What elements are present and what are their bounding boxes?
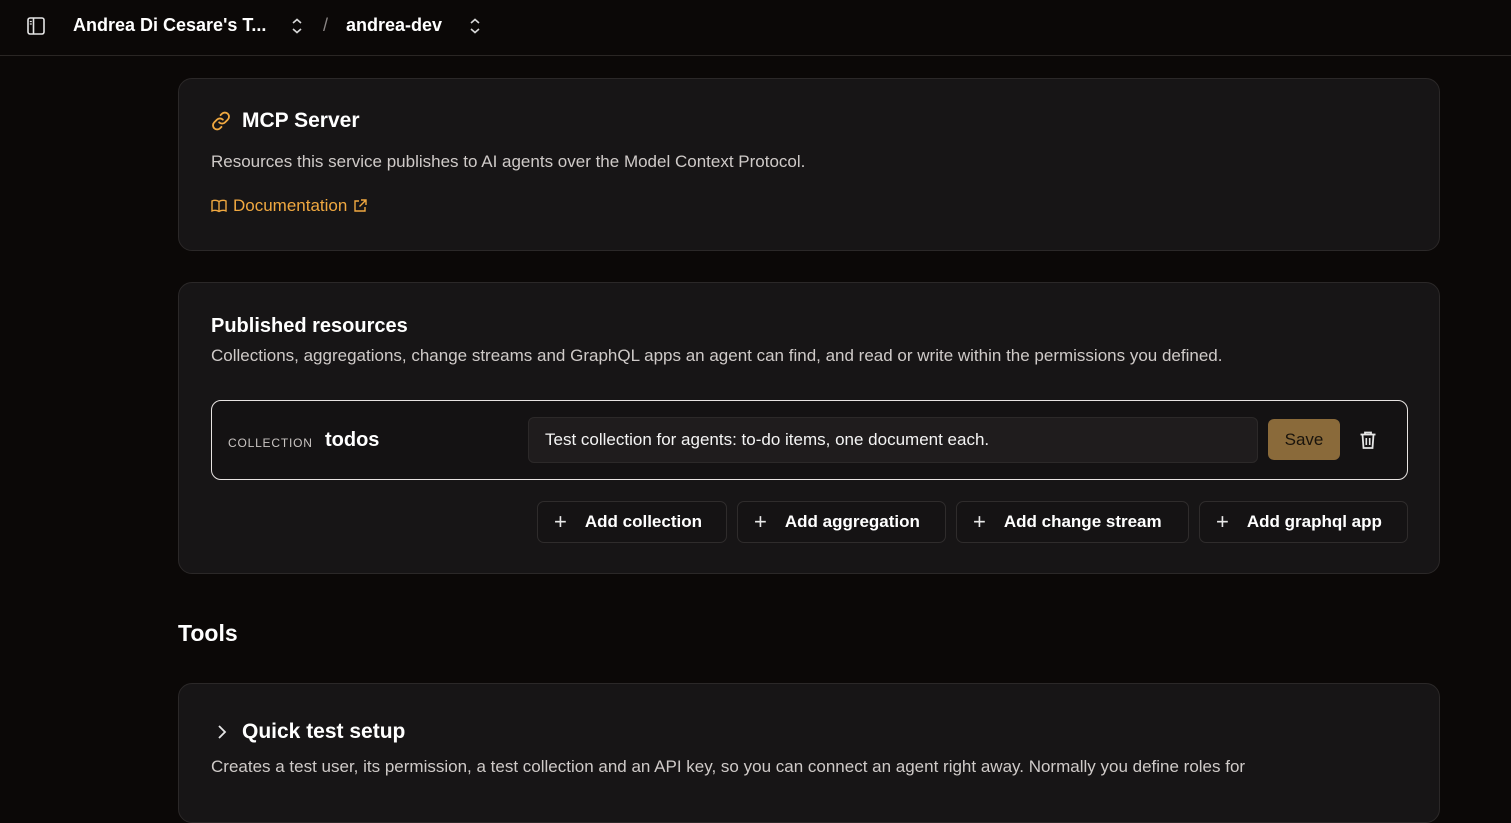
top-bar: Andrea Di Cesare's T... / andrea-dev: [0, 0, 1511, 56]
add-graphql-app-button[interactable]: + Add graphql app: [1199, 501, 1408, 543]
published-resources-title: Published resources: [211, 315, 408, 337]
published-resources-description: Collections, aggregations, change stream…: [211, 346, 1223, 365]
link-icon: [212, 111, 230, 131]
resource-kind-label: COLLECTION: [228, 436, 313, 450]
team-switcher[interactable]: Andrea Di Cesare's T...: [73, 15, 266, 36]
mcp-server-card: MCP Server Resources this service publis…: [178, 78, 1440, 251]
sidebar-toggle-icon[interactable]: [26, 16, 46, 36]
add-collection-label: Add collection: [584, 512, 702, 531]
resource-row: COLLECTION todos Save: [211, 400, 1408, 480]
mcp-server-title: MCP Server: [242, 109, 360, 132]
add-aggregation-button[interactable]: + Add aggregation: [737, 501, 946, 543]
resource-description-input[interactable]: [528, 417, 1258, 463]
chevron-right-icon[interactable]: [214, 723, 230, 741]
plus-icon: +: [1216, 509, 1229, 534]
trash-icon[interactable]: [1357, 429, 1379, 451]
plus-icon: +: [973, 509, 986, 534]
published-resources-card: Published resources Collections, aggrega…: [178, 282, 1440, 574]
mcp-server-description: Resources this service publishes to AI a…: [211, 152, 806, 171]
plus-icon: +: [554, 509, 567, 534]
project-chevron-updown-icon[interactable]: [468, 17, 482, 35]
breadcrumb-separator: /: [323, 15, 329, 35]
documentation-link-label: Documentation: [233, 196, 348, 215]
external-link-icon: [354, 199, 368, 212]
add-change-stream-label: Add change stream: [1003, 512, 1162, 531]
book-icon: [211, 199, 227, 213]
documentation-link[interactable]: Documentation: [211, 196, 368, 216]
add-change-stream-button[interactable]: + Add change stream: [956, 501, 1189, 543]
add-aggregation-label: Add aggregation: [784, 512, 920, 531]
quick-test-setup-title[interactable]: Quick test setup: [242, 720, 405, 744]
add-collection-button[interactable]: + Add collection: [537, 501, 727, 543]
plus-icon: +: [754, 509, 767, 534]
resource-name: todos: [325, 429, 380, 451]
tools-heading: Tools: [178, 620, 238, 646]
quick-test-setup-description: Creates a test user, its permission, a t…: [211, 757, 1246, 776]
quick-test-setup-card[interactable]: Quick test setup Creates a test user, it…: [178, 683, 1440, 823]
project-switcher[interactable]: andrea-dev: [346, 15, 442, 36]
add-graphql-app-label: Add graphql app: [1246, 512, 1382, 531]
team-chevron-updown-icon[interactable]: [290, 17, 304, 35]
save-button[interactable]: Save: [1268, 419, 1340, 460]
